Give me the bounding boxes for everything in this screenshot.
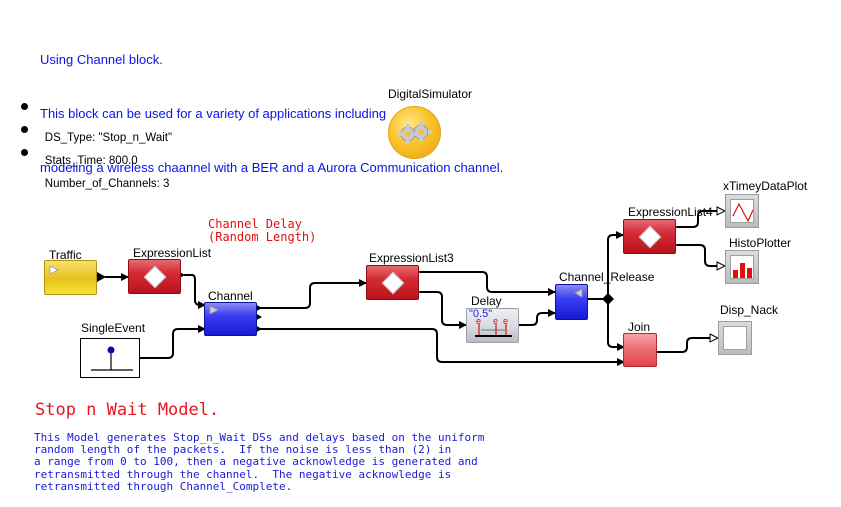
sine-plot-icon [732,202,754,223]
model-title: Stop n Wait Model. [35,400,220,420]
dispnack-label: Disp_Nack [720,303,779,317]
wire-expressionlist4-to-histo [677,244,719,267]
expressionlist3-block[interactable] [366,265,419,300]
diamond-icon [381,271,405,295]
wire-join-to-dispnack [657,337,712,353]
singleevent-label: SingleEvent [81,321,146,335]
channelrelease-block[interactable] [555,284,588,320]
xtimey-plot-block[interactable] [725,194,759,228]
relation-node-icon [602,293,614,305]
xtimey-label: xTimeyDataPlot [723,179,808,193]
wire-channel-to-join [258,328,625,366]
expressionlist3-label: ExpressionList3 [369,251,454,265]
expressionlist-label: ExpressionList [133,246,212,260]
model-description: This Model generates Stop_n_Wait DSs and… [34,431,485,493]
wire-singleevent-to-channel [140,325,206,359]
delay-timeline-icon: eee [475,316,512,337]
arrowhead-histo-icon [716,261,727,271]
channel-label: Channel [208,289,253,303]
wire-node-to-join [607,299,625,351]
wire-channel-to-expressionlist3 [258,279,367,309]
expressionlist4-block[interactable] [623,219,676,254]
event-stem-icon [91,346,133,371]
wire-delay-to-channelrelease [519,309,556,326]
expressionlist-block[interactable] [128,259,181,294]
disp-nack-block[interactable] [718,321,752,355]
histogram-icon [733,263,752,278]
expressionlist4-label: ExpressionList4 [628,205,713,219]
join-label: Join [628,320,651,334]
traffic-block[interactable] [44,260,97,295]
delay-label: Delay [471,294,502,308]
arrowhead-dispnack-icon [709,333,720,343]
histo-label: HistoPlotter [729,236,792,250]
join-block[interactable] [623,333,657,367]
play-triangle-icon [49,265,59,275]
channelrelease-label: Channel_Release [559,270,655,284]
singleevent-block[interactable] [80,338,140,378]
wire-expressionlist3-to-delay [420,291,467,329]
wire-node-to-expressionlist4 [607,231,624,299]
display-icon [723,326,747,350]
wire-expressionlist-to-channel [184,274,206,309]
wire-expressionlist3-to-channelrelease [420,271,556,296]
play-triangle-icon [209,305,219,315]
arrowhead-xtimey-icon [716,206,727,216]
diamond-icon [143,265,167,289]
input-triangle-icon [574,288,583,298]
histo-plotter-block[interactable] [725,250,759,284]
channel-block[interactable] [204,302,257,336]
diamond-icon [638,225,662,249]
delay-block[interactable]: "0.5" eee [466,308,519,343]
